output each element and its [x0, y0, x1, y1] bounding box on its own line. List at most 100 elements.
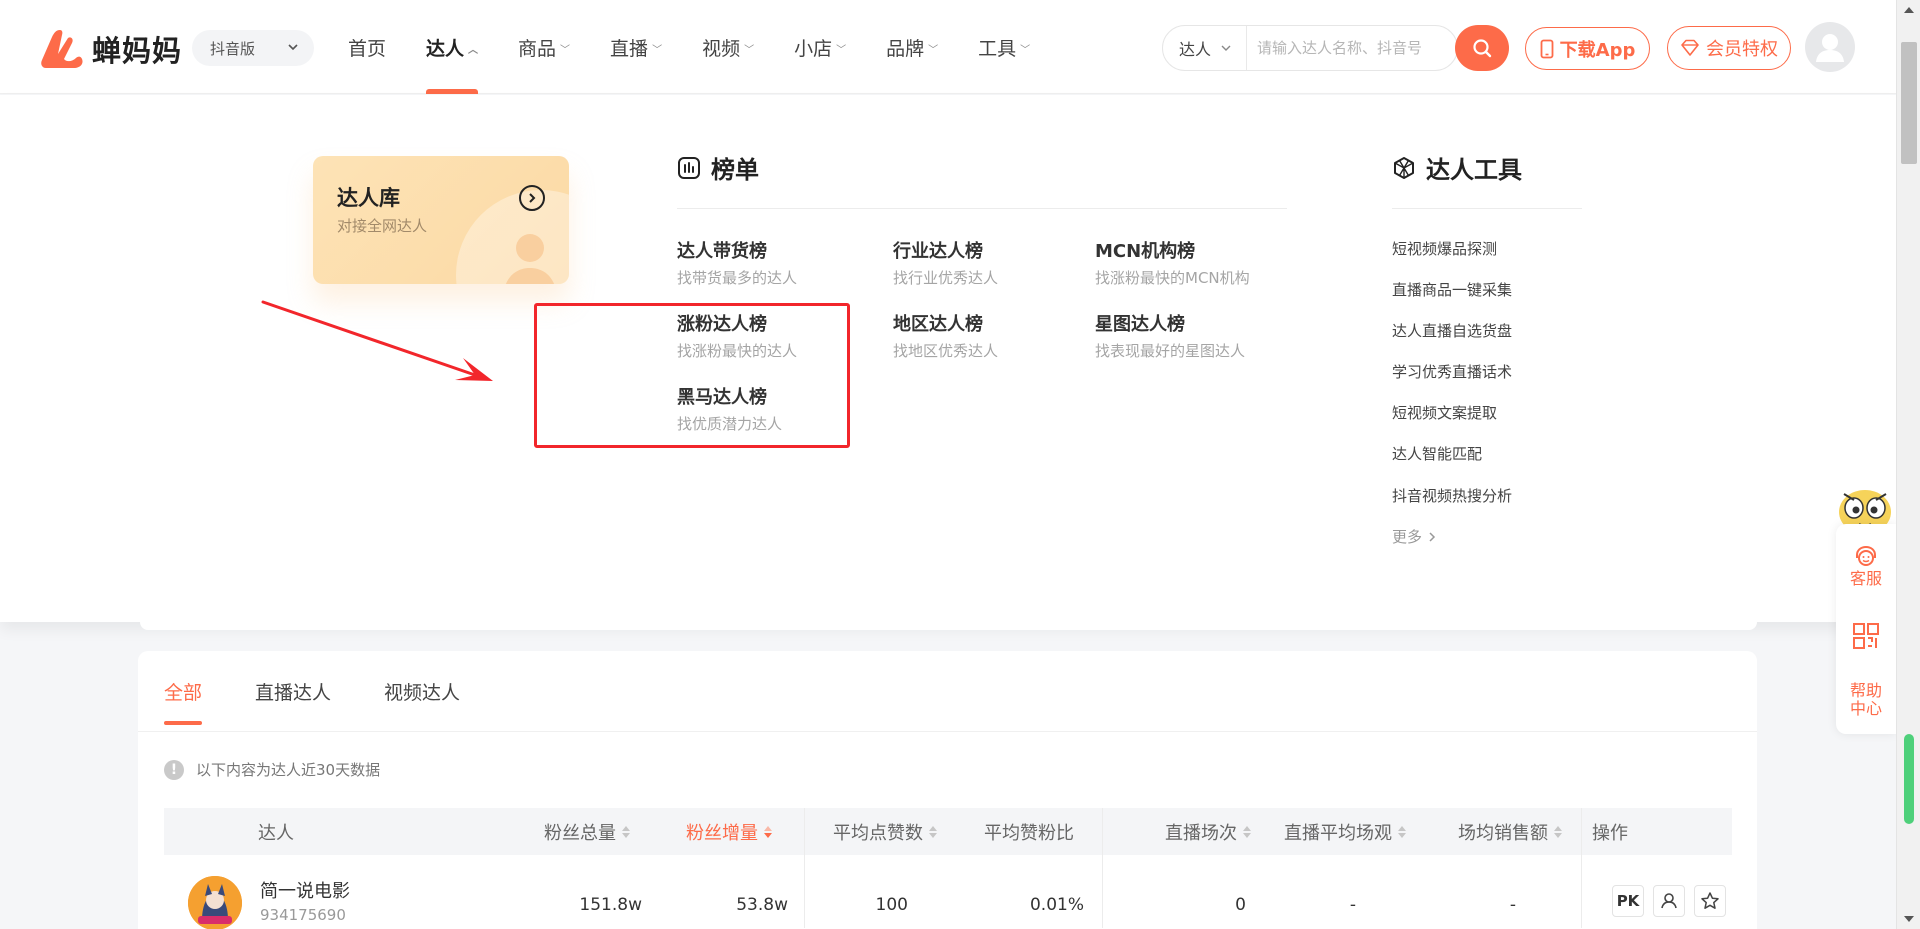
help-label-line2: 中心: [1849, 699, 1882, 718]
tools-header: 达人工具: [1392, 150, 1522, 185]
person-silhouette-icon: [505, 234, 555, 284]
scroll-up-icon[interactable]: [1904, 7, 1914, 13]
version-select[interactable]: 抖音版: [192, 30, 314, 66]
contact-button[interactable]: [1653, 885, 1685, 917]
nav-item-product[interactable]: 商品 ﹀: [518, 0, 570, 94]
column-header-live-avg-views[interactable]: 直播平均场观: [1284, 808, 1406, 855]
influencer-avatar[interactable]: [188, 876, 242, 929]
bar-chart-icon: [678, 156, 700, 179]
tool-link[interactable]: 达人智能匹配: [1392, 443, 1482, 464]
favorite-button[interactable]: [1694, 885, 1726, 917]
main-nav: 首页 达人 ︿ 商品 ﹀ 直播 ﹀ 视频 ﹀ 小店 ﹀ 品牌 ﹀ 工具 ﹀: [348, 0, 1070, 94]
column-header-avg-likes[interactable]: 平均点赞数: [833, 808, 937, 855]
chevron-down-icon: [1221, 45, 1231, 51]
nav-label: 工具: [978, 37, 1017, 60]
qr-code-button[interactable]: [1836, 622, 1896, 650]
divider: [138, 731, 1757, 732]
rank-item-region[interactable]: 地区达人榜 找地区优秀达人: [893, 310, 998, 361]
chevron-down-icon: ﹀: [744, 45, 755, 56]
tool-link[interactable]: 短视频文案提取: [1392, 402, 1497, 423]
column-label: 平均赞粉比: [984, 822, 1074, 844]
sort-icon: [929, 825, 937, 838]
rank-title: 达人带货榜: [677, 241, 767, 262]
nav-label: 直播: [610, 37, 649, 60]
rank-subtitle: 找涨粉最快的MCN机构: [1095, 269, 1250, 287]
nav-item-live[interactable]: 直播 ﹀: [610, 0, 662, 94]
tool-link[interactable]: 短视频爆品探测: [1392, 238, 1497, 259]
divider: [677, 208, 1287, 209]
column-header-fans-total[interactable]: 粉丝总量: [544, 808, 630, 855]
notice-text: 以下内容为达人近30天数据: [196, 761, 381, 779]
column-label: 场均销售额: [1458, 822, 1548, 844]
chevron-down-icon: ﹀: [836, 45, 847, 56]
divider: [1392, 208, 1582, 209]
tool-link[interactable]: 抖音视频热搜分析: [1392, 485, 1512, 506]
column-header-live-count[interactable]: 直播场次: [1165, 808, 1251, 855]
influencer-library-card[interactable]: 达人库 对接全网达人: [313, 156, 569, 284]
user-icon: [1816, 34, 1844, 62]
column-header-avg-sales[interactable]: 场均销售额: [1458, 808, 1562, 855]
nav-item-shop[interactable]: 小店 ﹀: [794, 0, 846, 94]
tab-video-influencers[interactable]: 视频达人: [384, 651, 460, 731]
chevron-down-icon: ﹀: [928, 45, 939, 56]
scrollbar-thumb[interactable]: [1901, 42, 1917, 164]
rank-item-sales[interactable]: 达人带货榜 找带货最多的达人: [677, 237, 797, 288]
nav-item-brand[interactable]: 品牌 ﹀: [886, 0, 938, 94]
search-button[interactable]: [1455, 25, 1509, 71]
rank-item-industry[interactable]: 行业达人榜 找行业优秀达人: [893, 237, 998, 288]
library-subtitle: 对接全网达人: [337, 217, 428, 235]
cell-fans-total: 151.8w: [579, 895, 642, 915]
rank-subtitle: 找表现最好的星图达人: [1095, 342, 1246, 360]
tools-title: 达人工具: [1426, 156, 1522, 184]
service-label: 客服: [1849, 569, 1882, 588]
user-avatar[interactable]: [1805, 22, 1855, 72]
download-app-button[interactable]: 下载App: [1525, 27, 1650, 70]
tool-link[interactable]: 学习优秀直播话术: [1392, 361, 1512, 382]
tab-all[interactable]: 全部: [164, 651, 203, 731]
table-row[interactable]: 简一说电影 934175690 151.8w 53.8w 100 0.01% 0…: [164, 855, 1732, 929]
nav-item-video[interactable]: 视频 ﹀: [702, 0, 754, 94]
scroll-down-icon[interactable]: [1904, 916, 1914, 922]
vip-button[interactable]: 会员特权: [1667, 26, 1791, 70]
tools-more-link[interactable]: 更多: [1392, 526, 1436, 547]
logo[interactable]: 蝉妈妈: [38, 26, 182, 72]
search-type-select[interactable]: 达人: [1163, 26, 1247, 70]
star-icon: [1701, 892, 1719, 909]
filter-card-edge: [140, 622, 1757, 630]
influencer-name[interactable]: 简一说电影: [260, 877, 350, 903]
nav-label: 视频: [702, 37, 741, 60]
rank-subtitle: 找行业优秀达人: [893, 269, 999, 287]
tool-link[interactable]: 达人直播自选货盘: [1392, 320, 1512, 341]
nav-item-home[interactable]: 首页: [348, 0, 386, 94]
rank-item-mcn[interactable]: MCN机构榜 找涨粉最快的MCN机构: [1095, 237, 1250, 288]
rankings-title: 榜单: [711, 156, 759, 184]
chevron-up-icon: ︿: [468, 45, 479, 56]
cell-avg-sales: -: [1509, 895, 1516, 915]
nav-item-tools[interactable]: 工具 ﹀: [978, 0, 1030, 94]
chevron-down-icon: [288, 44, 298, 51]
rank-item-xingtu[interactable]: 星图达人榜 找表现最好的星图达人: [1095, 310, 1245, 361]
column-label: 粉丝增量: [686, 822, 758, 844]
more-label: 更多: [1392, 528, 1423, 546]
chevron-down-icon: ﹀: [560, 45, 571, 56]
nav-item-influencer[interactable]: 达人 ︿: [426, 0, 479, 94]
user-group-icon: [1661, 893, 1677, 909]
chevron-right-icon: [1429, 531, 1436, 542]
side-progress-indicator: [1904, 734, 1914, 824]
search-input[interactable]: [1247, 33, 1447, 63]
column-header-influencer: 达人: [258, 808, 294, 855]
pk-button[interactable]: PK: [1612, 885, 1644, 917]
column-label: 粉丝总量: [544, 822, 616, 844]
column-header-fans-increase[interactable]: 粉丝增量: [686, 808, 772, 855]
tab-live-influencers[interactable]: 直播达人: [255, 651, 331, 731]
nav-label: 首页: [348, 37, 387, 60]
customer-service-button[interactable]: 客服: [1836, 544, 1896, 588]
rank-title: 行业达人榜: [893, 241, 983, 262]
influencer-id: 934175690: [260, 906, 346, 924]
search-box: 达人: [1162, 25, 1458, 71]
tool-link[interactable]: 直播商品一键采集: [1392, 279, 1512, 300]
help-center-button[interactable]: 帮助 中心: [1836, 682, 1896, 718]
info-icon: !: [164, 759, 184, 780]
column-label: 达人: [258, 822, 294, 844]
sort-icon: [1554, 825, 1562, 838]
